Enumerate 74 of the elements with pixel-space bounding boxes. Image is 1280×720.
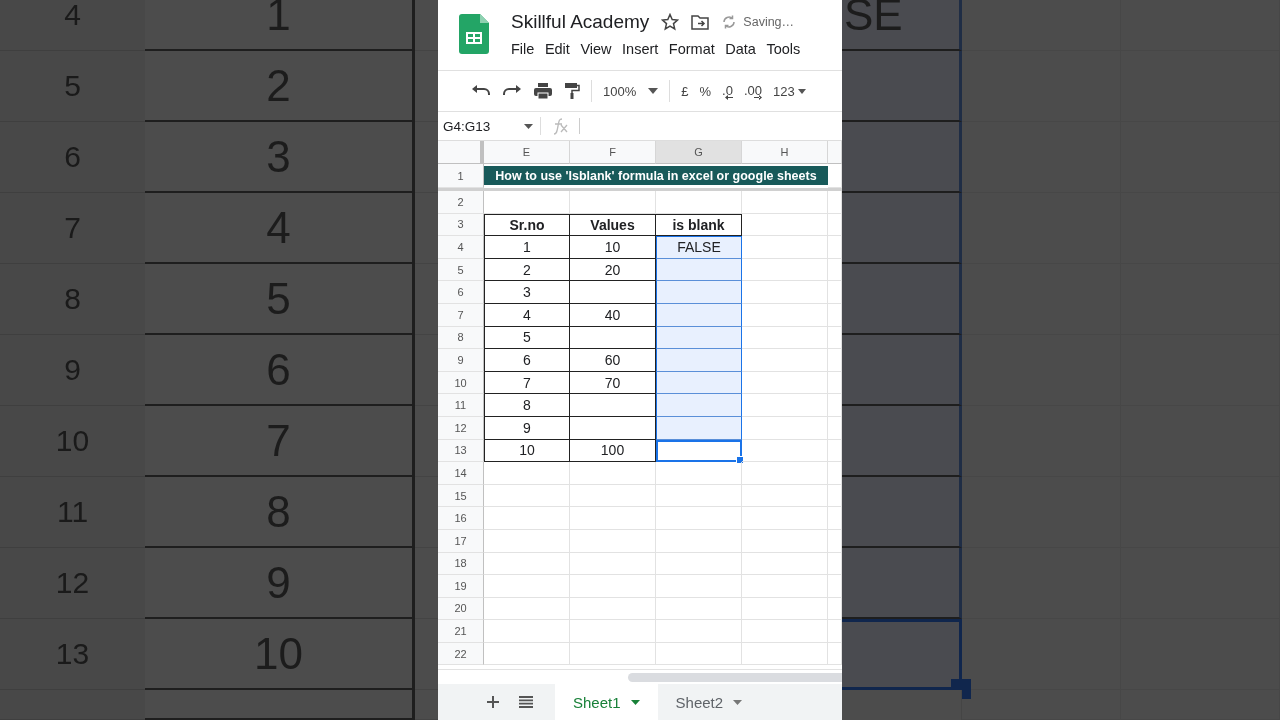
- menu-item[interactable]: Data: [725, 41, 756, 57]
- caret-icon[interactable]: [733, 699, 743, 705]
- decrease-decimals-button[interactable]: .0: [722, 82, 733, 100]
- menu-item[interactable]: Tools: [766, 41, 801, 57]
- sheets-logo-icon[interactable]: [459, 14, 489, 54]
- document-title[interactable]: Skillful Academy: [511, 11, 650, 33]
- folder-icon[interactable]: [691, 14, 710, 30]
- menu-item[interactable]: Format: [668, 41, 715, 57]
- caret-icon[interactable]: [524, 123, 533, 129]
- sync-icon[interactable]: [721, 14, 738, 30]
- row-header[interactable]: 1: [438, 164, 484, 188]
- row-header[interactable]: 16: [438, 507, 484, 530]
- table-cell: 5: [484, 326, 570, 350]
- left-arrow-icon[interactable]: [724, 94, 733, 100]
- print-icon[interactable]: [533, 82, 553, 100]
- row-header[interactable]: 11: [438, 394, 484, 417]
- right-arrow-icon[interactable]: [753, 94, 762, 100]
- name-box[interactable]: G4:G13: [438, 118, 538, 134]
- row-header[interactable]: 2: [438, 191, 484, 214]
- table-cell: 3: [484, 281, 570, 304]
- table-cell: 7: [484, 371, 570, 395]
- row-header[interactable]: 18: [438, 552, 484, 576]
- currency-button[interactable]: £: [681, 83, 689, 99]
- row-header[interactable]: 14: [438, 462, 484, 485]
- row-header[interactable]: 19: [438, 575, 484, 598]
- increase-decimals-button[interactable]: .00: [743, 82, 762, 100]
- menu-item[interactable]: File: [511, 41, 535, 57]
- row-header[interactable]: 5: [438, 258, 484, 282]
- column-header[interactable]: G: [656, 141, 742, 164]
- table-cell: 1: [484, 236, 570, 259]
- caret-icon[interactable]: [630, 699, 640, 705]
- number-format-dropdown[interactable]: 123: [772, 83, 806, 99]
- table-cell: 8: [484, 394, 570, 417]
- row-header[interactable]: 17: [438, 529, 484, 553]
- row-header[interactable]: 10: [438, 371, 484, 395]
- row-header[interactable]: 8: [438, 326, 484, 350]
- row-header[interactable]: 3: [438, 213, 484, 237]
- caret-icon[interactable]: [648, 88, 659, 94]
- row-header[interactable]: 4: [438, 236, 484, 259]
- row-header[interactable]: 13: [438, 439, 484, 463]
- table-cell: 6: [484, 349, 570, 372]
- row-header[interactable]: 12: [438, 416, 484, 440]
- add-icon[interactable]: [487, 696, 499, 708]
- percent-button[interactable]: %: [699, 83, 712, 99]
- table-header: Values: [570, 213, 656, 237]
- sheet-tab[interactable]: Sheet2: [657, 684, 761, 720]
- paint-roller-icon[interactable]: [564, 82, 580, 100]
- table-cell: 2: [484, 258, 570, 282]
- scrollbar-thumb[interactable]: [628, 672, 842, 682]
- row-header[interactable]: 20: [438, 597, 484, 621]
- column-header[interactable]: H: [742, 141, 828, 164]
- table-cell: FALSE: [656, 236, 742, 259]
- caret-icon[interactable]: [797, 88, 806, 94]
- menu-icon[interactable]: [519, 696, 533, 708]
- save-status: Saving…: [743, 15, 795, 29]
- zoom-dropdown[interactable]: 100%: [603, 83, 659, 99]
- table-header: Sr.no: [484, 213, 570, 237]
- column-header[interactable]: E: [484, 141, 570, 164]
- menu-item[interactable]: Insert: [622, 41, 659, 57]
- row-header[interactable]: 9: [438, 349, 484, 372]
- row-header[interactable]: 6: [438, 281, 484, 304]
- table-cell: 10: [484, 439, 570, 463]
- row-header[interactable]: 7: [438, 303, 484, 327]
- sheet-tab[interactable]: Sheet1: [555, 684, 658, 720]
- fill-handle[interactable]: [736, 456, 744, 465]
- table-cell: 9: [484, 416, 570, 440]
- row-header[interactable]: 22: [438, 642, 484, 666]
- row-header[interactable]: 15: [438, 484, 484, 508]
- title-banner: How to use 'Isblank' formula in excel or google sheets: [484, 166, 828, 185]
- table-cell: 4: [484, 303, 570, 327]
- menu-item[interactable]: View: [580, 41, 612, 57]
- row-header[interactable]: 21: [438, 620, 484, 643]
- star-icon[interactable]: [661, 13, 680, 31]
- menu-item[interactable]: Edit: [544, 41, 570, 57]
